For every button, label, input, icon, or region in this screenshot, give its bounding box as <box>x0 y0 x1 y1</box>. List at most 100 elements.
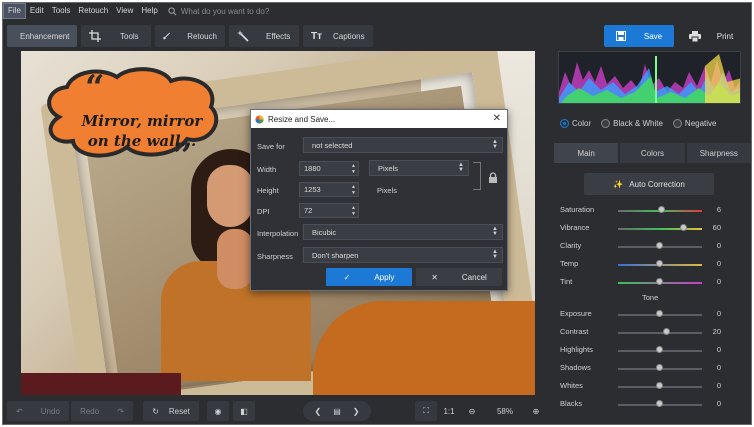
photo-editor-window: File Edit Tools Retouch View Help What d… <box>2 2 752 425</box>
slider-knob[interactable] <box>656 346 663 353</box>
radio-icon <box>601 119 611 128</box>
tab-effects[interactable]: Effects <box>229 25 299 47</box>
redo-button[interactable]: Redo ↷ <box>71 401 133 421</box>
slider-label: Vibrance <box>560 223 590 232</box>
zoom-level[interactable]: 58% <box>487 401 523 421</box>
slider-knob[interactable] <box>656 364 663 371</box>
spinner-arrows-icon[interactable]: ▲ ▼ <box>351 205 356 217</box>
sharpness-label: Sharpness <box>257 252 293 261</box>
mode-negative-label: Negative <box>684 119 717 128</box>
tab-captions-label: Captions <box>333 31 365 41</box>
floppy-disk-icon <box>615 31 626 41</box>
redo-icon: ↷ <box>117 406 124 416</box>
slider-value: 0 <box>716 363 721 372</box>
zoom-out-button[interactable]: ⊖ <box>463 401 481 421</box>
main-toolbar: Enhancement Tools Retouch Effects Tᴛ Cap… <box>3 23 751 49</box>
image-navigator[interactable]: ❮ ▤ ❯ <box>303 401 371 421</box>
tab-main[interactable]: Main <box>554 143 619 163</box>
bottom-toolbar: ↶ Undo Redo ↷ ↻ Reset ◉ ◧ ❮ ▤ ❯ ⛶ 1:1 ⊖ <box>3 397 553 424</box>
sharpness-dropdown[interactable]: Don't sharpen ▲ ▼ <box>303 247 503 263</box>
width-value: 1880 <box>304 164 321 173</box>
width-label: Width <box>257 165 277 174</box>
width-field[interactable]: 1880 ▲ ▼ <box>299 161 359 176</box>
mode-color-radio[interactable]: Color <box>560 119 591 128</box>
slider-knob[interactable] <box>656 278 663 285</box>
dpi-label: DPI <box>257 207 270 216</box>
resize-save-dialog: Resize and Save... ✕ Save for not select… <box>250 109 508 291</box>
slider-blacks: Blacks 0 <box>560 399 745 411</box>
fit-screen-button[interactable]: ⛶ <box>415 401 437 421</box>
tab-effects-label: Effects <box>266 31 291 41</box>
minus-icon: ⊖ <box>468 406 476 416</box>
menu-retouch[interactable]: Retouch <box>74 3 112 19</box>
slider-label: Highlights <box>560 345 593 354</box>
slider-label: Contrast <box>560 327 589 336</box>
search-box[interactable]: What do you want to do? <box>168 6 270 16</box>
auto-correction-label: Auto Correction <box>629 179 685 189</box>
height-label: Height <box>257 186 279 195</box>
save-for-dropdown[interactable]: not selected ▲ ▼ <box>303 137 503 153</box>
slider-knob[interactable] <box>679 224 687 231</box>
search-icon <box>168 6 177 15</box>
slider-vibrance: Vibrance 60 <box>560 223 745 235</box>
slider-track[interactable] <box>618 228 702 230</box>
menu-tools[interactable]: Tools <box>48 3 75 19</box>
caption-line-1: Mirror, mirror <box>81 112 203 130</box>
height-units-label: Pixels <box>377 186 398 195</box>
slider-knob[interactable] <box>656 400 663 407</box>
tab-captions[interactable]: Tᴛ Captions <box>303 25 373 47</box>
slider-knob[interactable] <box>662 328 670 335</box>
dpi-field[interactable]: 72 ▲ ▼ <box>299 203 359 218</box>
slider-label: Temp <box>560 259 579 268</box>
units-dropdown[interactable]: Pixels ▲ ▼ <box>369 160 469 176</box>
slider-contrast: Contrast 20 <box>560 327 745 339</box>
search-placeholder: What do you want to do? <box>180 6 270 16</box>
height-field[interactable]: 1253 ▲ ▼ <box>299 182 359 197</box>
preview-eye-button[interactable]: ◉ <box>207 401 229 421</box>
slider-track[interactable] <box>618 332 702 334</box>
brush-icon <box>163 32 170 40</box>
print-button[interactable]: Print <box>676 25 746 47</box>
menu-view[interactable]: View <box>112 3 137 19</box>
actual-size-button[interactable]: 1:1 <box>439 401 459 421</box>
interpolation-dropdown[interactable]: Bicubic ▲ ▼ <box>303 224 503 240</box>
cancel-button[interactable]: ✕ Cancel <box>416 268 502 286</box>
slider-knob[interactable] <box>656 382 663 389</box>
lock-icon[interactable] <box>487 172 499 184</box>
spinner-arrows-icon[interactable]: ▲ ▼ <box>351 184 356 196</box>
caption-bubble[interactable]: “ ” Mirror, mirror on the wall... <box>39 65 225 173</box>
reset-button[interactable]: ↻ Reset <box>143 401 199 421</box>
compare-button[interactable]: ◧ <box>233 401 255 421</box>
slider-knob[interactable] <box>656 310 663 317</box>
menu-edit[interactable]: Edit <box>26 3 48 19</box>
chevron-left-icon[interactable]: ❮ <box>315 407 322 416</box>
close-icon[interactable]: ✕ <box>493 113 501 124</box>
auto-correction-button[interactable]: ✨ Auto Correction <box>584 173 714 195</box>
zoom-value: 58% <box>496 406 513 416</box>
menu-help[interactable]: Help <box>137 3 161 19</box>
menu-file[interactable]: File <box>3 3 26 19</box>
slider-value: 0 <box>716 309 721 318</box>
slider-knob[interactable] <box>656 242 663 249</box>
undo-button[interactable]: ↶ Undo <box>7 401 69 421</box>
tab-enhancement[interactable]: Enhancement <box>7 25 77 47</box>
undo-icon: ↶ <box>16 406 23 416</box>
mode-bw-radio[interactable]: Black & White <box>601 119 663 128</box>
spinner-arrows-icon[interactable]: ▲ ▼ <box>351 163 356 175</box>
zoom-in-button[interactable]: ⊕ <box>527 401 545 421</box>
slider-knob[interactable] <box>657 206 665 213</box>
tab-sharpness[interactable]: Sharpness <box>686 143 751 163</box>
tab-tools[interactable]: Tools <box>81 25 151 47</box>
save-for-value: not selected <box>312 140 353 150</box>
dropdown-arrows-icon: ▲ ▼ <box>492 139 498 150</box>
slider-knob[interactable] <box>656 260 663 267</box>
tab-retouch-label: Retouch <box>187 31 217 41</box>
folder-icon[interactable]: ▤ <box>333 407 341 416</box>
tab-retouch[interactable]: Retouch <box>155 25 225 47</box>
apply-button[interactable]: ✓ Apply <box>326 268 412 286</box>
save-button[interactable]: Save <box>604 25 674 47</box>
chevron-right-icon[interactable]: ❯ <box>353 407 360 416</box>
tab-colors[interactable]: Colors <box>620 143 685 163</box>
mode-negative-radio[interactable]: Negative <box>672 119 717 128</box>
apply-label: Apply <box>374 272 395 282</box>
